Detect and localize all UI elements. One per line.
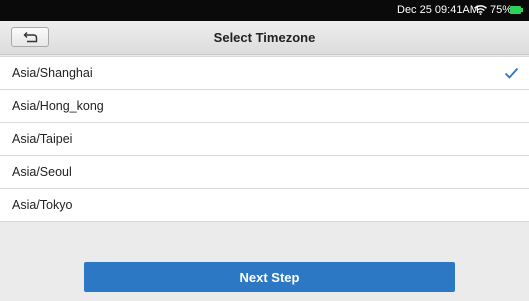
title-bar: Select Timezone [0, 21, 529, 55]
wifi-icon [474, 5, 487, 15]
timezone-label: Asia/Shanghai [12, 66, 93, 80]
page-title: Select Timezone [213, 30, 316, 45]
timezone-item[interactable]: Asia/Taipei [0, 123, 529, 156]
timezone-item[interactable]: Asia/Shanghai [0, 57, 529, 90]
timezone-label: Asia/Hong_kong [12, 99, 104, 113]
battery-icon [510, 6, 523, 14]
timezone-list: Asia/Shanghai Asia/Hong_kong Asia/Taipei As… [0, 56, 529, 222]
status-time: Dec 25 09:41AM [397, 4, 479, 16]
timezone-label: Asia/Tokyo [12, 198, 73, 212]
next-step-button[interactable]: Next Step [84, 262, 455, 292]
status-bar: Dec 25 09:41AM 75% [0, 0, 529, 21]
timezone-label: Asia/Seoul [12, 165, 72, 179]
battery-percent: 75% [490, 4, 513, 16]
timezone-item[interactable]: Asia/Seoul [0, 156, 529, 189]
timezone-item[interactable]: Asia/Hong_kong [0, 90, 529, 123]
timezone-item[interactable]: Asia/Tokyo [0, 189, 529, 222]
checkmark-icon [504, 67, 519, 79]
timezone-label: Asia/Taipei [12, 132, 73, 146]
